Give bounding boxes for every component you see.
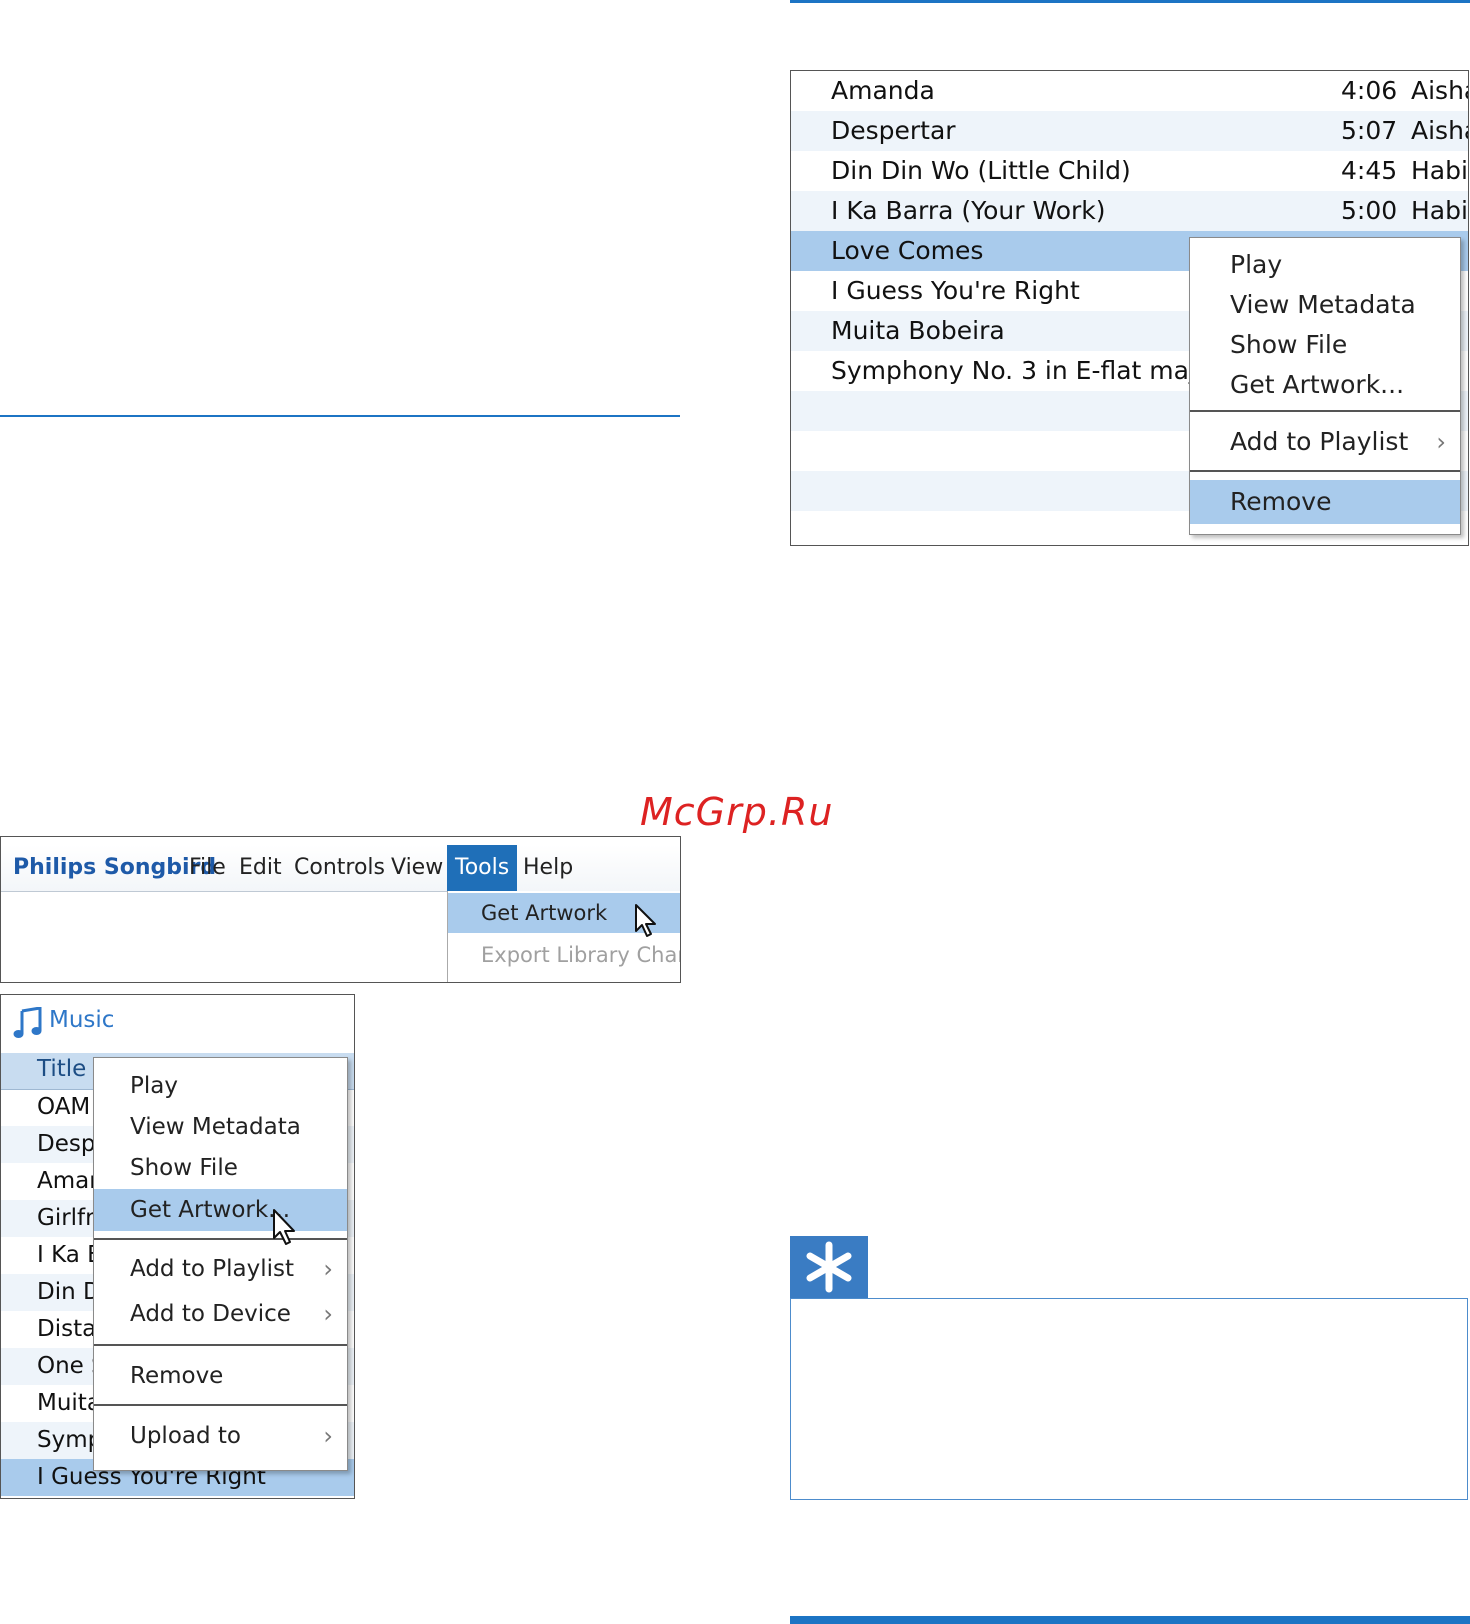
- track-list-screenshot: Amanda4:06Aisha Despertar5:07Aisha Din D…: [790, 70, 1469, 546]
- chevron-right-icon: ›: [1436, 428, 1446, 456]
- menu-controls[interactable]: Controls: [294, 845, 385, 891]
- chevron-right-icon: ›: [323, 1422, 333, 1450]
- menu-item-show-file[interactable]: Show File: [1190, 326, 1460, 364]
- menu-item-remove[interactable]: Remove: [1190, 480, 1460, 524]
- watermark: McGrp.Ru: [640, 790, 834, 834]
- menubar: Philips Songbird File Edit Controls View…: [1, 845, 680, 892]
- menu-separator: [1190, 470, 1460, 472]
- menu-item-get-artwork[interactable]: Get Artwork...: [1190, 366, 1460, 404]
- menu-edit[interactable]: Edit: [239, 845, 282, 891]
- mouse-cursor-icon: [273, 1209, 295, 1245]
- menu-item-add-to-device[interactable]: Add to Device ›: [94, 1293, 347, 1335]
- menu-item-view-metadata[interactable]: View Metadata: [1190, 286, 1460, 324]
- music-library-screenshot: Music Title OAM Desp Amar Girlfr I Ka B …: [0, 994, 355, 1499]
- track-row[interactable]: Amanda4:06Aisha: [791, 71, 1468, 111]
- menu-item-show-file[interactable]: Show File: [94, 1148, 347, 1188]
- mouse-cursor-icon: [635, 904, 656, 937]
- menu-item-add-to-playlist[interactable]: Add to Playlist ›: [94, 1248, 347, 1290]
- chevron-right-icon: ›: [323, 1255, 333, 1283]
- menu-file[interactable]: File: [189, 845, 226, 891]
- chevron-right-icon: ›: [323, 1300, 333, 1328]
- menu-item-play[interactable]: Play: [94, 1066, 347, 1106]
- menu-item-remove[interactable]: Remove: [94, 1354, 347, 1398]
- menu-separator: [1190, 410, 1460, 412]
- music-note-icon: [13, 1007, 42, 1038]
- menu-separator: [94, 1344, 347, 1346]
- library-title: Music: [49, 1007, 115, 1033]
- menu-item-upload-to[interactable]: Upload to ›: [94, 1414, 347, 1458]
- menu-tools[interactable]: Tools: [447, 845, 518, 891]
- top-right-rule: [790, 0, 1470, 3]
- tip-box: [790, 1298, 1468, 1500]
- app-brand: Philips Songbird: [13, 855, 217, 880]
- menu-view[interactable]: View: [391, 845, 443, 891]
- library-context-menu: Play View Metadata Show File Get Artwork…: [93, 1057, 348, 1471]
- menubar-screenshot: Philips Songbird File Edit Controls View…: [0, 836, 681, 983]
- menu-item-get-artwork[interactable]: Get Artwork...: [94, 1189, 347, 1231]
- library-header: Music: [1, 995, 354, 1054]
- menu-separator: [94, 1238, 347, 1240]
- menu-separator: [94, 1404, 347, 1406]
- track-context-menu: Play View Metadata Show File Get Artwork…: [1189, 237, 1461, 535]
- tip-badge: [790, 1236, 868, 1298]
- left-section-rule: [0, 415, 680, 417]
- track-row[interactable]: I Ka Barra (Your Work) 5:00 Habi: [791, 191, 1468, 231]
- menu-item-export-library: Export Library Chang: [481, 943, 680, 967]
- bottom-right-rule: [790, 1616, 1470, 1624]
- menu-help[interactable]: Help: [523, 845, 573, 891]
- track-row[interactable]: Despertar5:07Aisha: [791, 111, 1468, 151]
- menu-item-view-metadata[interactable]: View Metadata: [94, 1107, 347, 1147]
- menu-item-add-to-playlist[interactable]: Add to Playlist ›: [1190, 422, 1460, 462]
- menu-item-play[interactable]: Play: [1190, 246, 1460, 284]
- tools-dropdown: Get Artwork Export Library Chang: [447, 891, 680, 982]
- asterisk-icon: [806, 1241, 852, 1293]
- track-row[interactable]: Din Din Wo (Little Child) 4:45 Habi: [791, 151, 1468, 191]
